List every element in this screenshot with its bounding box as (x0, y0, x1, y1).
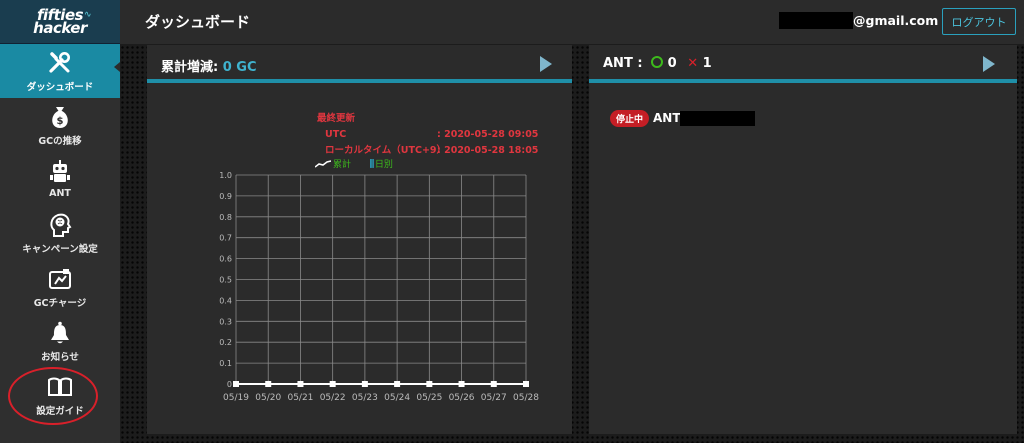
gc-line-chart: 0 0.1 0.2 0.3 0.4 0.5 0.6 0.7 0.8 0.9 1.0 05/19 05/2… (219, 171, 539, 403)
x-tick-label: 05/25 (416, 393, 442, 403)
ant-ng-count: 1 (702, 56, 712, 71)
y-tick-label: 0.4 (219, 296, 232, 305)
sidebar-item-label: 設定ガイド (36, 405, 84, 417)
y-tick-label: 0 (227, 380, 232, 389)
sidebar: fifties hacker ∿ ダッシュボード $ GCの推移 ANT キャン… (0, 0, 120, 443)
sidebar-item-notifications[interactable]: お知らせ (0, 314, 120, 368)
ant-panel-header: ANT : 0 ✕ 1 (589, 45, 1017, 83)
x-tick-label: 05/19 (223, 393, 249, 403)
y-tick-label: 0.9 (219, 192, 232, 201)
sidebar-item-setup-guide[interactable]: 設定ガイド (0, 368, 120, 422)
book-icon (47, 374, 73, 400)
sidebar-item-gc-charge[interactable]: GCチャージ (0, 260, 120, 314)
logo[interactable]: fifties hacker ∿ (0, 0, 120, 44)
pulse-icon: ∿ (84, 10, 92, 20)
status-badge: 停止中 (610, 110, 650, 127)
active-indicator (114, 62, 120, 72)
data-point (426, 381, 433, 387)
svg-text:$: $ (57, 116, 64, 127)
x-tick-label: 05/26 (449, 393, 475, 403)
ant-title-label: ANT : (603, 56, 643, 71)
ant-name[interactable]: ANT (653, 111, 681, 125)
tools-icon (47, 50, 73, 76)
sidebar-item-dashboard[interactable]: ダッシュボード (0, 44, 120, 98)
x-tick-label: 05/20 (255, 393, 281, 403)
x-tick-label: 05/24 (384, 393, 410, 403)
x-tick-label: 05/21 (287, 393, 313, 403)
y-tick-label: 0.6 (219, 255, 232, 264)
data-point (490, 381, 497, 387)
brain-head-icon (47, 212, 73, 238)
card-charge-icon (47, 266, 73, 292)
y-tick-label: 0.2 (219, 338, 232, 347)
gc-panel: 累計増減: 0 GC 最終更新 UTC : 2020-05-28 09:05 ロ… (147, 45, 572, 434)
sidebar-item-label: ANT (49, 188, 71, 199)
x-tick-label: 05/22 (320, 393, 346, 403)
email-redaction (779, 12, 853, 29)
data-point (265, 381, 272, 387)
data-point (523, 381, 529, 387)
sidebar-item-label: キャンペーン設定 (22, 243, 98, 255)
robot-icon (47, 159, 73, 185)
y-tick-label: 0.8 (219, 213, 232, 222)
sidebar-item-label: お知らせ (41, 351, 79, 363)
user-email: @gmail.com (853, 13, 939, 28)
ant-ok-count: 0 (667, 56, 677, 71)
logout-button[interactable]: ログアウト (942, 8, 1016, 35)
y-tick-label: 0.3 (219, 317, 232, 326)
logo-line2: hacker (33, 18, 87, 37)
y-tick-label: 0.5 (219, 276, 232, 285)
data-point (458, 381, 465, 387)
data-point (329, 381, 336, 387)
sidebar-item-label: GCの推移 (38, 135, 82, 147)
y-tick-label: 0.7 (219, 234, 232, 243)
y-tick-label: 0.1 (219, 359, 232, 368)
sidebar-item-gc-trend[interactable]: $ GCの推移 (0, 98, 120, 152)
y-tick-label: 1.0 (219, 171, 232, 180)
x-tick-label: 05/27 (481, 393, 507, 403)
sidebar-item-ant[interactable]: ANT (0, 152, 120, 206)
money-bag-icon: $ (47, 104, 73, 130)
cross-ng-icon: ✕ (687, 56, 699, 71)
bell-icon (47, 320, 73, 346)
circle-ok-icon (651, 56, 664, 68)
ant-panel-title: ANT : 0 ✕ 1 (603, 56, 712, 71)
page-title: ダッシュボード (145, 13, 251, 31)
x-tick-label: 05/23 (352, 393, 378, 403)
x-tick-label: 05/28 (513, 393, 539, 403)
ant-name-redaction (680, 111, 755, 126)
play-icon[interactable] (983, 56, 995, 72)
header: ダッシュボード @gmail.com ログアウト (120, 0, 1024, 44)
data-point (361, 381, 368, 387)
sidebar-item-campaign-settings[interactable]: キャンペーン設定 (0, 206, 120, 260)
data-point (233, 381, 239, 387)
sidebar-item-label: ダッシュボード (26, 81, 94, 93)
sidebar-item-label: GCチャージ (33, 297, 87, 309)
ant-panel: ANT : 0 ✕ 1 停止中 ANT (589, 45, 1017, 434)
data-point (394, 381, 401, 387)
data-point (297, 381, 304, 387)
